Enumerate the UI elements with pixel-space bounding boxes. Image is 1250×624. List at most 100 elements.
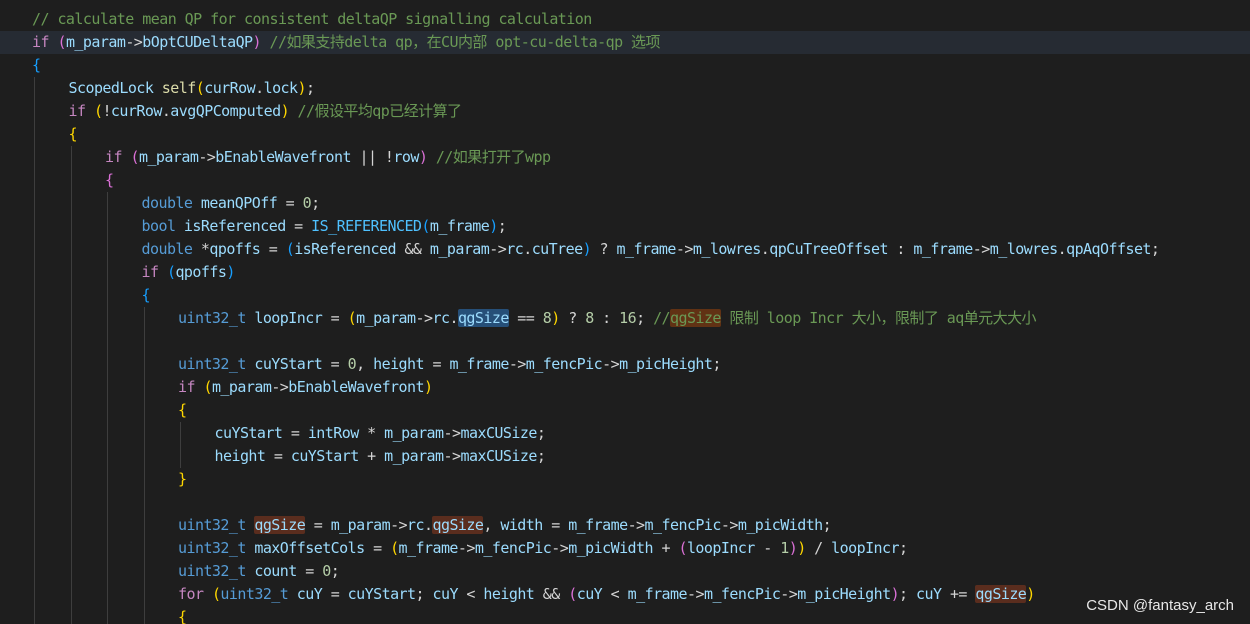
code-token: rc [407,516,425,534]
code-token: bool [141,217,176,235]
code-line-text: } [178,468,187,491]
code-token: { [141,286,151,304]
code-token: ) [551,309,560,327]
indent-guide [70,330,72,353]
code-line[interactable]: bool isReferenced = IS_REFERENCED(m_fram… [0,215,1250,238]
code-line[interactable]: { [0,399,1250,422]
code-token: m_param [211,378,272,396]
code-token: uint32_t [178,516,246,534]
indent-guide [34,399,35,422]
indent-guide [34,215,35,238]
indent-guide [70,445,72,468]
indent-guide [34,353,35,376]
code-token: ; [636,309,654,327]
indent-guide [70,261,72,284]
code-token: ) [582,240,592,258]
code-line[interactable]: { [0,54,1250,77]
code-line[interactable]: uint32_t count = 0; [0,560,1250,583]
code-token: -> [780,585,798,603]
code-line[interactable]: } [0,468,1250,491]
code-token: // calculate mean QP for consistent delt… [32,10,592,28]
indent-guide [70,560,72,583]
code-token: meanQPOff [200,194,278,212]
indent-guide [34,307,35,330]
code-token: curRow [204,79,256,97]
indent-guide [107,307,108,330]
code-line-text: double *qpoffs = (isReferenced && m_para… [142,238,1160,261]
code-editor[interactable]: // calculate mean QP for consistent delt… [0,0,1250,624]
code-token: ( [203,378,212,396]
indent-guide [34,445,35,468]
code-line-text: { [178,606,187,624]
code-line-text: if (m_param->bEnableWavefront) [178,376,433,399]
code-token: 0 [302,194,312,212]
code-line[interactable]: if (!curRow.avgQPComputed) //假设平均qp已经计算了 [0,100,1250,123]
code-token: lock [263,79,298,97]
code-token: rc [432,309,450,327]
code-token: ( [390,539,399,557]
code-line[interactable]: uint32_t qgSize = m_param->rc.qgSize, wi… [0,514,1250,537]
code-token: qgSize [432,516,484,534]
code-line[interactable]: double *qpoffs = (isReferenced && m_para… [0,238,1250,261]
code-line[interactable]: cuYStart = intRow * m_param->maxCUSize; [0,422,1250,445]
code-line[interactable]: uint32_t maxOffsetCols = (m_frame->m_fen… [0,537,1250,560]
indent-guide [70,491,72,514]
code-line-text: for (uint32_t cuY = cuYStart; cuY < heig… [178,583,1035,606]
code-line[interactable]: if (m_param->bEnableWavefront) [0,376,1250,399]
code-line[interactable]: ScopedLock self(curRow.lock); [0,77,1250,100]
code-token: ( [130,148,139,166]
code-line[interactable]: double meanQPOff = 0; [0,192,1250,215]
code-token: -> [687,585,705,603]
indent-guide [70,468,72,491]
code-token: intRow [307,424,359,442]
code-line[interactable]: if (m_param->bOptCUDeltaQP) //如果支持delta … [0,31,1250,54]
code-token: -> [602,355,620,373]
code-token: ) [797,539,806,557]
code-line[interactable] [0,491,1250,514]
code-line[interactable]: height = cuYStart + m_param->maxCUSize; [0,445,1250,468]
code-token: ( [285,240,295,258]
indent-guide [34,123,35,146]
code-token: qgSize [457,309,509,327]
indent-guide [143,468,145,491]
indent-guide [70,376,72,399]
code-line[interactable]: { [0,284,1250,307]
indent-guide [34,284,35,307]
code-token: , [356,355,374,373]
code-token: -> [720,516,739,534]
code-line[interactable]: uint32_t loopIncr = (m_param->rc.qgSize … [0,307,1250,330]
code-line[interactable]: { [0,123,1250,146]
code-token: -> [508,355,527,373]
code-token: bEnableWavefront [215,148,351,166]
code-token: cuY [432,585,459,603]
code-line[interactable]: // calculate mean QP for consistent delt… [0,8,1250,31]
code-line[interactable]: uint32_t cuYStart = 0, height = m_frame-… [0,353,1250,376]
code-line-text: uint32_t count = 0; [178,560,340,583]
code-lines[interactable]: // calculate mean QP for consistent delt… [0,8,1250,624]
code-line-text: uint32_t qgSize = m_param->rc.qgSize, wi… [178,514,832,537]
code-token: m_param [356,309,416,327]
code-line[interactable]: if (m_param->bEnableWavefront || !row) /… [0,146,1250,169]
code-line[interactable] [0,330,1250,353]
code-line-text: { [69,123,78,146]
indent-guide [34,192,35,215]
code-token: ) [423,378,433,396]
code-line[interactable]: if (qpoffs) [0,261,1250,284]
code-token: if [178,378,196,396]
indent-guide [143,445,145,468]
code-token: . [1057,240,1067,258]
code-line[interactable]: { [0,169,1250,192]
code-token: ; [1150,240,1160,258]
indent-guide [107,261,108,284]
code-token: m_picHeight [619,355,713,373]
code-token: m_lowres [692,240,761,258]
code-line[interactable]: for (uint32_t cuY = cuYStart; cuY < heig… [0,583,1250,606]
indent-guide [34,77,35,100]
indent-guide [34,583,35,606]
indent-guide [70,146,72,169]
code-token: ) [280,102,290,120]
code-line[interactable]: { [0,606,1250,624]
code-token: . [760,240,770,258]
